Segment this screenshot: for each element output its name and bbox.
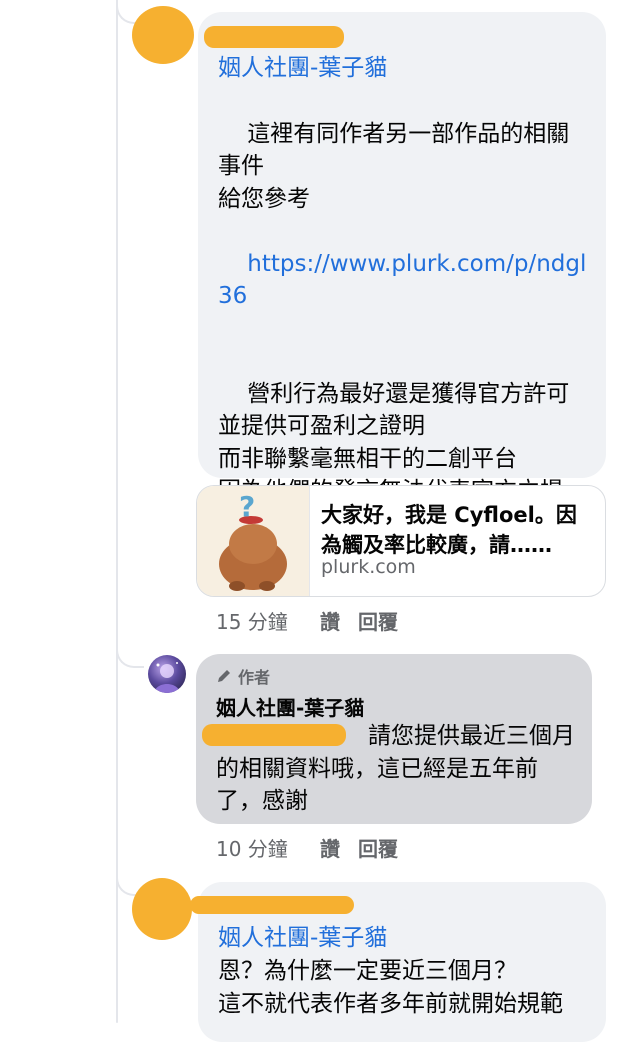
comment-text: 請您提供最近三個月的相關資料哦，這已經是五年前了，感謝 <box>216 723 575 814</box>
link-preview-card[interactable]: ? 大家好，我是 Cyfloel。因為觸及率比較廣，請…… plurk.com <box>196 485 606 597</box>
comment-author-name[interactable]: 姻人社團-葉子貓 <box>216 692 364 721</box>
avatar[interactable] <box>148 655 186 693</box>
author-badge-label: 作者 <box>238 668 271 687</box>
comment-time[interactable]: 10 分鐘 <box>216 833 320 862</box>
comment-time[interactable]: 15 分鐘 <box>216 606 320 635</box>
link-preview-thumbnail: ? <box>197 486 310 596</box>
question-mark-icon: ? <box>219 490 287 591</box>
link-preview-title: 大家好，我是 Cyfloel。因為觸及率比較廣，請…… <box>321 503 577 557</box>
comment-actions: 10 分鐘 讚 回覆 <box>216 833 398 862</box>
redacted-name <box>204 26 344 48</box>
svg-text:?: ? <box>239 490 255 523</box>
comment-text-intro: 這裡有同作者另一部作品的相關事件 給您參考 <box>218 120 570 212</box>
author-comment-bubble: 作者 姻人社團-葉子貓 請您提供最近三個月的相關資料哦，這已經是五年前了，感謝 <box>196 654 592 824</box>
author-badge: 作者 <box>216 664 270 688</box>
thread-connector <box>116 636 144 668</box>
comment-bubble: 姻人社團-葉子貓 這裡有同作者另一部作品的相關事件 給您參考 https://w… <box>198 12 606 569</box>
author-link[interactable]: 姻人社團-葉子貓 <box>218 922 387 954</box>
pencil-icon <box>218 670 230 682</box>
link-preview-domain: plurk.com <box>321 556 416 578</box>
comment-url-link[interactable]: https://www.plurk.com/p/ndgl36 <box>218 251 586 310</box>
comment-bubble: 姻人社團-葉子貓 恩？為什麼一定要近三個月？ 這不就代表作者多年前就開始規範 <box>190 882 606 1042</box>
avatar-image-icon <box>154 662 180 693</box>
redacted-name <box>190 896 354 914</box>
reply-button[interactable]: 回覆 <box>358 833 398 862</box>
reply-button[interactable]: 回覆 <box>358 606 398 635</box>
like-button[interactable]: 讚 <box>320 606 358 635</box>
redacted-avatar <box>132 878 192 940</box>
comment-actions: 15 分鐘 讚 回覆 <box>216 606 398 635</box>
redacted-avatar <box>132 6 194 64</box>
like-button[interactable]: 讚 <box>320 833 358 862</box>
author-link[interactable]: 姻人社團-葉子貓 <box>218 52 387 84</box>
comment-text: 恩？為什麼一定要近三個月？ 這不就代表作者多年前就開始規範 <box>218 958 563 1017</box>
